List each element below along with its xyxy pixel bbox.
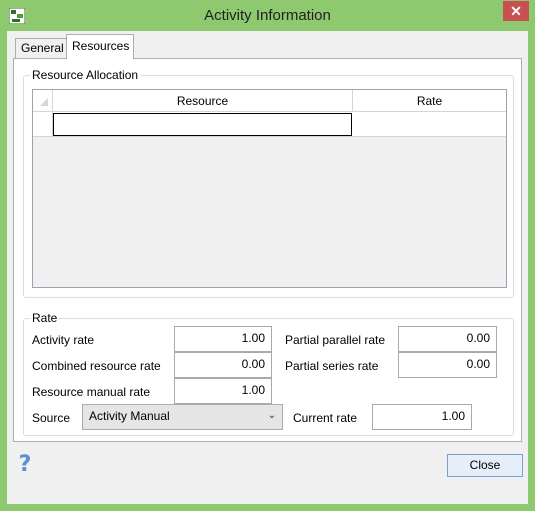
title-bar: Activity Information ✕ bbox=[0, 0, 535, 31]
column-header-rate[interactable]: Rate bbox=[353, 90, 506, 112]
rate-cell[interactable] bbox=[353, 112, 506, 136]
help-icon[interactable]: ? bbox=[15, 454, 35, 476]
resource-allocation-grid[interactable]: Resource Rate bbox=[32, 89, 507, 288]
activity-rate-label: Activity rate bbox=[32, 333, 95, 347]
current-rate-input[interactable]: 1.00 bbox=[372, 404, 472, 430]
partial-series-rate-label: Partial series rate bbox=[285, 359, 379, 373]
current-rate-label: Current rate bbox=[293, 411, 358, 425]
table-row[interactable] bbox=[33, 112, 506, 137]
resource-allocation-label: Resource Allocation bbox=[30, 68, 141, 82]
resource-manual-rate-input[interactable]: 1.00 bbox=[174, 378, 272, 404]
rate-group-label: Rate bbox=[30, 311, 60, 325]
column-header-resource[interactable]: Resource bbox=[53, 90, 353, 112]
partial-parallel-rate-label: Partial parallel rate bbox=[285, 333, 386, 347]
window-close-button[interactable]: ✕ bbox=[503, 1, 529, 21]
resource-manual-rate-label: Resource manual rate bbox=[32, 385, 151, 399]
close-button[interactable]: Close bbox=[447, 454, 523, 477]
select-all-corner[interactable] bbox=[33, 90, 53, 112]
tab-resources[interactable]: Resources bbox=[66, 34, 134, 59]
source-dropdown[interactable]: Activity Manual ⌄ bbox=[82, 404, 283, 430]
tab-general[interactable]: General bbox=[15, 38, 67, 59]
partial-parallel-rate-input[interactable]: 0.00 bbox=[398, 326, 497, 352]
source-label: Source bbox=[32, 411, 71, 425]
window-title: Activity Information bbox=[204, 7, 331, 24]
row-header[interactable] bbox=[33, 112, 53, 136]
combined-resource-rate-label: Combined resource rate bbox=[32, 359, 161, 373]
source-selected-value: Activity Manual bbox=[89, 409, 170, 423]
grid-header: Resource Rate bbox=[33, 90, 506, 112]
resource-cell[interactable] bbox=[53, 113, 352, 136]
corner-triangle-icon bbox=[40, 98, 48, 106]
dialog-client-area: General Resources Resource Allocation Re… bbox=[7, 31, 528, 504]
resources-tab-panel: Resource Allocation Resource Rate Rate A… bbox=[13, 58, 522, 442]
combined-resource-rate-input[interactable]: 0.00 bbox=[174, 352, 272, 378]
activity-information-window: Activity Information ✕ General Resources… bbox=[0, 0, 535, 511]
partial-series-rate-input[interactable]: 0.00 bbox=[398, 352, 497, 378]
activity-rate-input[interactable]: 1.00 bbox=[174, 326, 272, 352]
chevron-down-icon: ⌄ bbox=[267, 410, 276, 421]
